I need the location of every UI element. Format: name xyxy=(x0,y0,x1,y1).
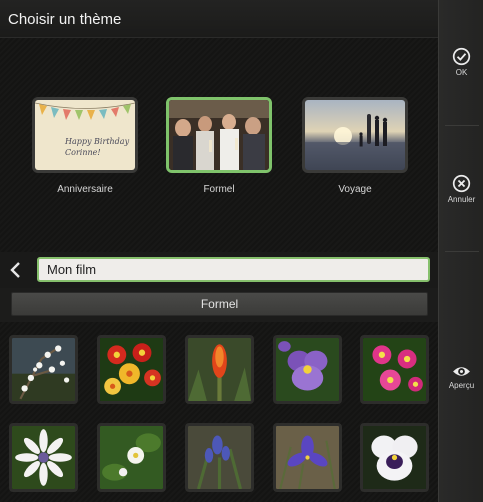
movie-name-input[interactable] xyxy=(37,257,430,282)
card-text: Happy Birthday Corinne! xyxy=(65,136,129,158)
photo-thumbnail[interactable] xyxy=(9,423,78,492)
bunting-icon xyxy=(35,102,135,120)
grape-hyacinth-image xyxy=(188,426,251,489)
birthday-card-image: Happy Birthday Corinne! xyxy=(35,100,135,170)
check-circle-icon xyxy=(452,47,471,66)
iris-image xyxy=(276,426,339,489)
theme-select-row: Formel xyxy=(0,288,438,322)
theme-select[interactable]: Formel xyxy=(11,292,428,316)
party-photo xyxy=(169,100,269,170)
photo-thumbnail[interactable] xyxy=(9,335,78,404)
beach-photo xyxy=(305,100,405,170)
theme-birthday[interactable]: Happy Birthday Corinne! Anniversaire xyxy=(32,97,138,195)
theme-travel[interactable]: Voyage xyxy=(302,97,408,195)
cancel-circle-icon xyxy=(452,174,471,193)
beach-scene-image xyxy=(305,114,405,170)
action-bar: OK Annuler Aperçu xyxy=(438,0,483,502)
preview-label: Aperçu xyxy=(448,381,475,390)
white-flower-image xyxy=(100,426,163,489)
divider xyxy=(445,251,479,252)
ok-button[interactable]: OK xyxy=(439,47,483,77)
theme-thumbnail: Happy Birthday Corinne! xyxy=(32,97,138,173)
theme-label: Voyage xyxy=(338,184,372,195)
photo-thumbnail[interactable] xyxy=(185,423,254,492)
back-chevron-icon[interactable] xyxy=(6,260,26,280)
photo-thumbnail[interactable] xyxy=(273,423,342,492)
title-bar: Choisir un thème xyxy=(0,0,438,38)
page-title: Choisir un thème xyxy=(8,11,122,28)
divider xyxy=(445,125,479,126)
photo-thumbnail[interactable] xyxy=(97,335,166,404)
cancel-button[interactable]: Annuler xyxy=(439,174,483,204)
photo-thumbnail[interactable] xyxy=(360,335,429,404)
preview-button[interactable]: Aperçu xyxy=(439,364,483,390)
theme-list: Happy Birthday Corinne! Anniversaire For… xyxy=(0,38,438,252)
card-greeting: Happy Birthday Corinne! xyxy=(65,137,130,157)
eye-icon xyxy=(453,367,470,376)
photo-thumbnail[interactable] xyxy=(185,335,254,404)
theme-thumbnail xyxy=(302,97,408,173)
party-scene-image xyxy=(169,100,269,170)
theme-label: Formel xyxy=(203,184,235,195)
photo-grid xyxy=(0,322,438,502)
purple-pansy-image xyxy=(276,338,339,401)
blossom-branch-image xyxy=(12,338,75,401)
photo-thumbnail[interactable] xyxy=(360,423,429,492)
photo-thumbnail[interactable] xyxy=(273,335,342,404)
daisy-image xyxy=(12,426,75,489)
white-pansy-image xyxy=(363,426,426,489)
photo-thumbnail[interactable] xyxy=(97,423,166,492)
theme-thumbnail xyxy=(166,97,272,173)
cancel-label: Annuler xyxy=(447,195,476,204)
movie-name-bar xyxy=(0,252,438,288)
aloe-flower-image xyxy=(188,338,251,401)
pink-primula-image xyxy=(363,338,426,401)
ok-label: OK xyxy=(455,68,468,77)
primula-image xyxy=(100,338,163,401)
theme-formal[interactable]: Formel xyxy=(166,97,272,195)
theme-label: Anniversaire xyxy=(57,184,113,195)
